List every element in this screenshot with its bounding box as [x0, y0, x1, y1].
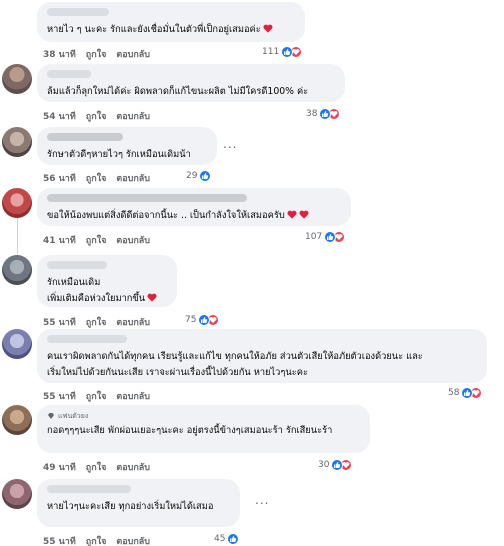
comment-text: ล้มแล้วก็ลุกใหม่ได้ค่ะ ผิดพลาดก็แก้ไขนะผ…	[47, 86, 309, 97]
commenter-name-redacted[interactable]	[47, 8, 109, 16]
reaction-summary[interactable]: 29	[186, 170, 212, 182]
reply-link[interactable]: ตอบกลับ	[116, 315, 150, 329]
commenter-name-redacted[interactable]	[47, 485, 131, 493]
reaction-count: 75	[185, 315, 197, 325]
more-options-icon[interactable]: ...	[223, 137, 237, 151]
like-link[interactable]: ถูกใจ	[86, 460, 107, 474]
reaction-count: 38	[306, 109, 318, 119]
reply-link[interactable]: ตอบกลับ	[116, 47, 150, 61]
heart-emoji-icon	[147, 293, 157, 302]
reaction-count: 45	[214, 534, 226, 544]
comment-time[interactable]: 55 นาที	[43, 315, 76, 329]
reaction-count: 29	[186, 171, 198, 181]
comment-time[interactable]: 49 นาที	[43, 460, 76, 474]
reaction-summary[interactable]: 107	[305, 231, 346, 243]
thumbs-up-icon	[227, 533, 240, 545]
diamond-icon	[48, 413, 54, 419]
like-link[interactable]: ถูกใจ	[86, 389, 107, 403]
fan-badge-label: แฟนตัวยง	[58, 411, 89, 420]
comment-meta: 49 นาที ถูกใจ ตอบกลับ	[43, 460, 150, 474]
comment-meta: 55 นาที ถูกใจ ตอบกลับ	[43, 389, 150, 403]
reaction-count: 107	[305, 232, 323, 242]
reaction-count: 58	[448, 388, 460, 398]
comment-text: คนเราผิดพลาดกันได้ทุกคน เรียนรู้และแก้ไข…	[47, 349, 477, 381]
comment-text-line: เริ่มใหม่ไปด้วยกันนะเสีย เราจะผ่านเรื่อง…	[47, 367, 308, 378]
like-link[interactable]: ถูกใจ	[86, 233, 107, 247]
like-link[interactable]: ถูกใจ	[86, 109, 107, 123]
commenter-name-redacted[interactable]	[47, 133, 123, 141]
reaction-summary[interactable]: 45	[214, 533, 240, 545]
comment-bubble: รักษาตัวดีๆหายไวๆ รักเหมือนเดิมน้า	[37, 127, 217, 165]
comment-time[interactable]: 54 นาที	[43, 109, 76, 123]
comment-text: หายไว ๆ นะคะ รักและยังเชื่อมั่นในตัวพี่เ…	[47, 22, 295, 38]
comment-bubble: ขอให้น้องพบแต่สิ่งดีดีต่อจากนี้นะ .. เป็…	[37, 188, 351, 226]
comment-list: หายไว ๆ นะคะ รักและยังเชื่อมั่นในตัวพี่เ…	[0, 0, 504, 546]
more-options-icon[interactable]: ...	[255, 493, 269, 507]
comment-text-line: เพิ่มเติมคือห่วงใยมากขึ้น	[47, 291, 167, 307]
reaction-summary[interactable]: 38	[306, 108, 341, 120]
reaction-count: 30	[318, 460, 330, 470]
fan-badge: แฟนตัวยง	[47, 411, 360, 421]
comment-text: กอดๆๆๆนะเสีย พักผ่อนเยอะๆนะคะ อยู่ตรงนี้…	[47, 425, 333, 436]
reply-link[interactable]: ตอบกลับ	[116, 534, 150, 546]
heart-emoji-icon	[287, 210, 297, 219]
reaction-summary[interactable]: 58	[448, 387, 483, 399]
like-link[interactable]: ถูกใจ	[86, 47, 107, 61]
comment-text-line: รักเหมือนเดิม	[47, 277, 101, 288]
commenter-name-redacted[interactable]	[47, 261, 107, 269]
comment-meta: 54 นาที ถูกใจ ตอบกลับ	[43, 109, 150, 123]
comment-bubble: คนเราผิดพลาดกันได้ทุกคน เรียนรู้และแก้ไข…	[37, 329, 487, 383]
reply-link[interactable]: ตอบกลับ	[116, 109, 150, 123]
avatar[interactable]	[2, 127, 32, 157]
comment-text: หายไวๆนะคะเสีย ทุกอย่างเริ่มใหม่ได้เสมอ	[47, 501, 214, 512]
comment-time[interactable]: 38 นาที	[43, 47, 76, 61]
like-link[interactable]: ถูกใจ	[86, 315, 107, 329]
reply-link[interactable]: ตอบกลับ	[116, 233, 150, 247]
comment-text-line: คนเราผิดพลาดกันได้ทุกคน เรียนรู้และแก้ไข…	[47, 351, 423, 362]
like-link[interactable]: ถูกใจ	[86, 534, 107, 546]
comment-text: รักษาตัวดีๆหายไวๆ รักเหมือนเดิมน้า	[47, 149, 191, 160]
heart-emoji-icon	[299, 210, 309, 219]
reaction-summary[interactable]: 30	[318, 459, 353, 471]
avatar[interactable]	[2, 255, 32, 285]
comment-meta: 55 นาที ถูกใจ ตอบกลับ	[43, 534, 150, 546]
avatar[interactable]	[2, 64, 32, 94]
avatar[interactable]	[2, 329, 32, 359]
comment-meta: 56 นาที ถูกใจ ตอบกลับ	[43, 171, 150, 185]
like-link[interactable]: ถูกใจ	[86, 171, 107, 185]
comment-time[interactable]: 55 นาที	[43, 534, 76, 546]
avatar[interactable]	[2, 405, 32, 435]
comment-bubble: หายไวๆนะคะเสีย ทุกอย่างเริ่มใหม่ได้เสมอ	[37, 479, 240, 527]
comment-time[interactable]: 41 นาที	[43, 233, 76, 247]
thumbs-up-icon	[199, 170, 212, 182]
commenter-name-redacted[interactable]	[47, 70, 91, 78]
avatar[interactable]	[2, 479, 32, 509]
comment-bubble: แฟนตัวยง กอดๆๆๆนะเสีย พักผ่อนเยอะๆนะคะ อ…	[37, 405, 370, 453]
reaction-count: 111	[262, 47, 280, 57]
comment-bubble: ล้มแล้วก็ลุกใหม่ได้ค่ะ ผิดพลาดก็แก้ไขนะผ…	[37, 64, 345, 102]
heart-emoji-icon	[263, 24, 273, 33]
commenter-name-redacted[interactable]	[47, 335, 127, 343]
comment-text: รักเหมือนเดิม เพิ่มเติมคือห่วงใยมากขึ้น	[47, 275, 167, 307]
reaction-summary[interactable]: 75	[185, 314, 220, 326]
reply-link[interactable]: ตอบกลับ	[116, 460, 150, 474]
comment-bubble: รักเหมือนเดิม เพิ่มเติมคือห่วงใยมากขึ้น	[37, 255, 177, 307]
reply-link[interactable]: ตอบกลับ	[116, 171, 150, 185]
comment-bubble: หายไว ๆ นะคะ รักและยังเชื่อมั่นในตัวพี่เ…	[37, 2, 305, 42]
reaction-summary[interactable]: 111	[262, 46, 303, 58]
commenter-name-redacted[interactable]	[47, 194, 247, 202]
reply-link[interactable]: ตอบกลับ	[116, 389, 150, 403]
comment-meta: 41 นาที ถูกใจ ตอบกลับ	[43, 233, 150, 247]
comment-text: ขอให้น้องพบแต่สิ่งดีดีต่อจากนี้นะ .. เป็…	[47, 208, 341, 224]
comment-time[interactable]: 56 นาที	[43, 171, 76, 185]
comment-meta: 38 นาที ถูกใจ ตอบกลับ	[43, 47, 150, 61]
comment-meta: 55 นาที ถูกใจ ตอบกลับ	[43, 315, 150, 329]
avatar[interactable]	[2, 188, 32, 218]
comment-time[interactable]: 55 นาที	[43, 389, 76, 403]
